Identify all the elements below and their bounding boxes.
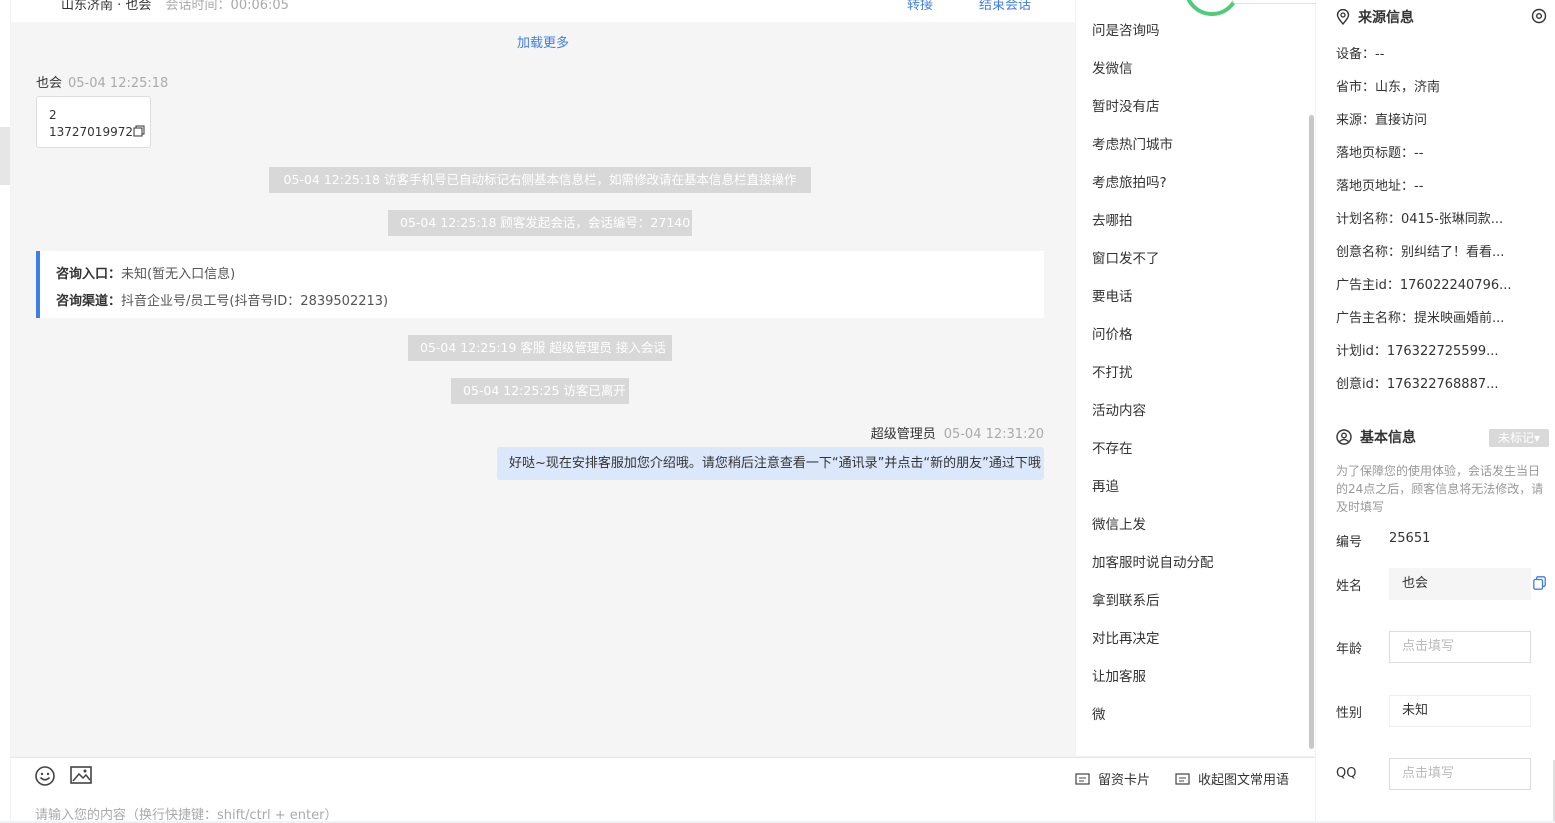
entry-row: 咨询入口：未知(暂无入口信息) — [56, 267, 236, 282]
quick-reply-item[interactable]: 问价格 — [1092, 316, 1214, 354]
transfer-button[interactable]: 转接 — [907, 0, 933, 13]
agent-message-header: 超级管理员 05-04 12:31:20 — [871, 423, 1044, 442]
source-info-list: 设备：-- 省市：山东，济南 来源：直接访问 落地页标题：-- 落地页地址：-- 计划名称… — [1336, 43, 1536, 406]
chat-header-title: 山东济南 · 也会 会话时间：00:06:05 — [61, 0, 289, 13]
system-message: 05-04 12:25:19 客服 超级管理员 接入会话 — [408, 335, 672, 361]
visitor-phone-line: 13727019972 — [49, 124, 150, 141]
source-info-item: 创意名称：别纠结了！看看... — [1336, 245, 1505, 260]
system-message: 05-04 12:25:25 访客已离开 — [451, 378, 629, 404]
chat-panel: 山东济南 · 也会 会话时间：00:06:05 转接 结束会话 加载更多 也会 0… — [11, 0, 1075, 756]
source-info-item: 创意id：176322768887... — [1336, 377, 1499, 392]
source-info-item: 来源：直接访问 — [1336, 113, 1428, 128]
left-collapse-tab[interactable] — [0, 127, 10, 185]
input-area: 留资卡片 收起图文常用语 请输入您的内容（换行快捷键：shift/ctrl + … — [11, 757, 1315, 823]
location-icon — [1336, 8, 1350, 26]
quick-reply-panel: 问是咨询吗 发微信 暂时没有店 考虑热门城市 考虑旅拍吗? 去哪拍 窗口发不了 要电话 问价格不… — [1076, 0, 1324, 756]
mark-status-dropdown[interactable]: 未标记▾ — [1489, 429, 1549, 447]
image-icon[interactable] — [70, 765, 92, 785]
quick-reply-item[interactable]: 微 — [1092, 696, 1214, 734]
system-message: 05-04 12:25:18 访客手机号已自动标记右侧基本信息栏，如需修改请在基… — [269, 167, 811, 193]
quick-reply-item[interactable]: 加客服时说自动分配 — [1092, 544, 1214, 582]
user-icon — [1336, 429, 1352, 445]
message-input[interactable]: 请输入您的内容（换行快捷键：shift/ctrl + enter） — [35, 804, 338, 823]
quick-reply-item[interactable]: 考虑旅拍吗? — [1092, 164, 1214, 202]
id-label: 编号 — [1336, 535, 1363, 550]
source-info-item: 计划名称：0415-张琳同款... — [1336, 212, 1504, 227]
source-info-item: 落地页标题：-- — [1336, 146, 1424, 161]
visitor-message-time: 05-04 12:25:18 — [68, 76, 169, 91]
gender-label: 性别 — [1336, 706, 1363, 721]
quick-reply-item[interactable]: 再追 — [1092, 468, 1214, 506]
quick-reply-item[interactable]: 考虑热门城市 — [1092, 126, 1214, 164]
name-label: 姓名 — [1336, 579, 1363, 594]
age-field[interactable]: 点击填写 — [1389, 631, 1531, 663]
quick-reply-item[interactable]: 对比再决定 — [1092, 620, 1214, 658]
qq-label: QQ — [1336, 766, 1357, 781]
gender-field[interactable]: 未知 — [1389, 695, 1531, 727]
source-info-item: 落地页地址：-- — [1336, 179, 1424, 194]
quick-reply-item[interactable]: 窗口发不了 — [1092, 240, 1214, 278]
quick-reply-item[interactable]: 拿到联系后 — [1092, 582, 1214, 620]
emoji-icon[interactable] — [34, 765, 56, 787]
channel-row: 咨询渠道：抖音企业号/员工号(抖音号ID：2839502213) — [56, 294, 389, 309]
source-info-item: 广告主名称：提米映画婚前... — [1336, 311, 1505, 326]
quick-reply-scrollbar[interactable] — [1309, 115, 1314, 749]
phrase-icon — [1175, 773, 1190, 785]
quick-reply-item[interactable]: 不打扰 — [1092, 354, 1214, 392]
load-more-link[interactable]: 加载更多 — [11, 32, 1075, 51]
source-info-item: 广告主id：176022240796... — [1336, 278, 1512, 293]
agent-message-bubble: 好哒~现在安排客服加您介绍哦。请您稍后注意查看一下“通讯录”并点击“新的朋友”通… — [497, 447, 1044, 480]
quick-reply-item[interactable]: 暂时没有店 — [1092, 88, 1214, 126]
system-message: 05-04 12:25:18 顾客发起会话，会话编号：27140 — [388, 210, 692, 236]
basic-info-note: 为了保障您的使用体验，会话发生当日的24点之后，顾客信息将无法修改，请及时填写 — [1336, 464, 1544, 514]
quick-reply-item[interactable]: 让加客服 — [1092, 658, 1214, 696]
input-divider — [11, 757, 1315, 758]
copy-icon[interactable] — [133, 125, 145, 137]
visitor-message-line: 2 — [49, 108, 57, 122]
quick-reply-item[interactable]: 问是咨询吗 — [1092, 12, 1214, 50]
visitor-info-panel: 来源信息 设备：-- 省市：山东，济南 来源：直接访问 落地页标题：-- 落地页地址：-… — [1316, 0, 1555, 821]
quick-reply-item[interactable]: 微信上发 — [1092, 506, 1214, 544]
agent-message-time: 05-04 12:31:20 — [943, 427, 1044, 442]
age-label: 年龄 — [1336, 642, 1363, 657]
id-value: 25651 — [1389, 531, 1431, 546]
quick-reply-item[interactable]: 不存在 — [1092, 430, 1214, 468]
lead-card-button[interactable]: 留资卡片 — [1075, 769, 1150, 788]
visitor-name: 也会 — [36, 76, 63, 91]
visitor-message-header: 也会 05-04 12:25:18 — [36, 72, 168, 91]
quick-reply-item[interactable]: 发微信 — [1092, 50, 1214, 88]
card-icon — [1075, 773, 1090, 785]
qq-field[interactable]: 点击填写 — [1389, 758, 1531, 790]
source-info-item: 设备：-- — [1336, 47, 1385, 62]
name-field[interactable]: 也会 — [1389, 568, 1531, 600]
left-strip — [0, 0, 10, 821]
collapse-common-phrases-button[interactable]: 收起图文常用语 — [1175, 769, 1289, 788]
settings-icon[interactable] — [1531, 8, 1547, 24]
agent-name: 超级管理员 — [870, 427, 936, 442]
quick-reply-list: 问是咨询吗 发微信 暂时没有店 考虑热门城市 考虑旅拍吗? 去哪拍 窗口发不了 要电话 问价格不… — [1092, 12, 1214, 734]
source-info-header: 来源信息 — [1336, 7, 1547, 27]
visitor-message-bubble: 2 13727019972 — [36, 96, 151, 148]
session-time: 会话时间：00:06:05 — [165, 0, 289, 13]
entry-info-card: 咨询入口：未知(暂无入口信息) 咨询渠道：抖音企业号/员工号(抖音号ID：283… — [36, 251, 1044, 318]
quick-reply-item[interactable]: 活动内容 — [1092, 392, 1214, 430]
quick-reply-item[interactable]: 去哪拍 — [1092, 202, 1214, 240]
source-info-item: 计划id：176322725599... — [1336, 344, 1499, 359]
top-popover — [1232, 0, 1324, 4]
end-session-button[interactable]: 结束会话 — [979, 0, 1031, 13]
source-info-item: 省市：山东，济南 — [1336, 80, 1441, 95]
quick-reply-item[interactable]: 要电话 — [1092, 278, 1214, 316]
copy-icon[interactable] — [1533, 576, 1546, 590]
basic-info-header: 基本信息 — [1336, 427, 1416, 447]
